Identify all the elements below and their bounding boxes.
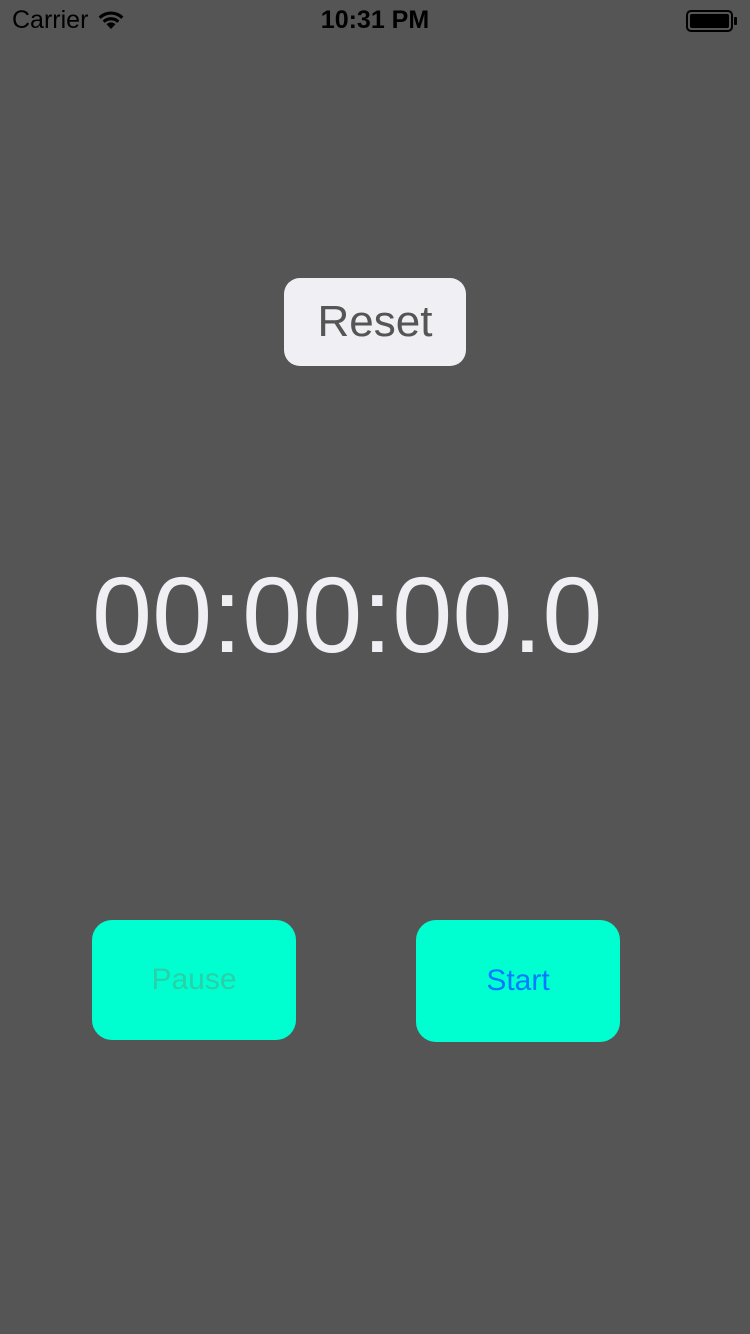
- status-bar: Carrier 10:31 PM: [0, 0, 750, 40]
- status-time: 10:31 PM: [320, 6, 430, 34]
- reset-button[interactable]: Reset: [284, 278, 466, 366]
- timer-display: 00:00:00.0: [92, 554, 603, 675]
- battery-icon: [686, 10, 737, 32]
- pause-button[interactable]: Pause: [92, 920, 296, 1040]
- start-button[interactable]: Start: [416, 920, 620, 1042]
